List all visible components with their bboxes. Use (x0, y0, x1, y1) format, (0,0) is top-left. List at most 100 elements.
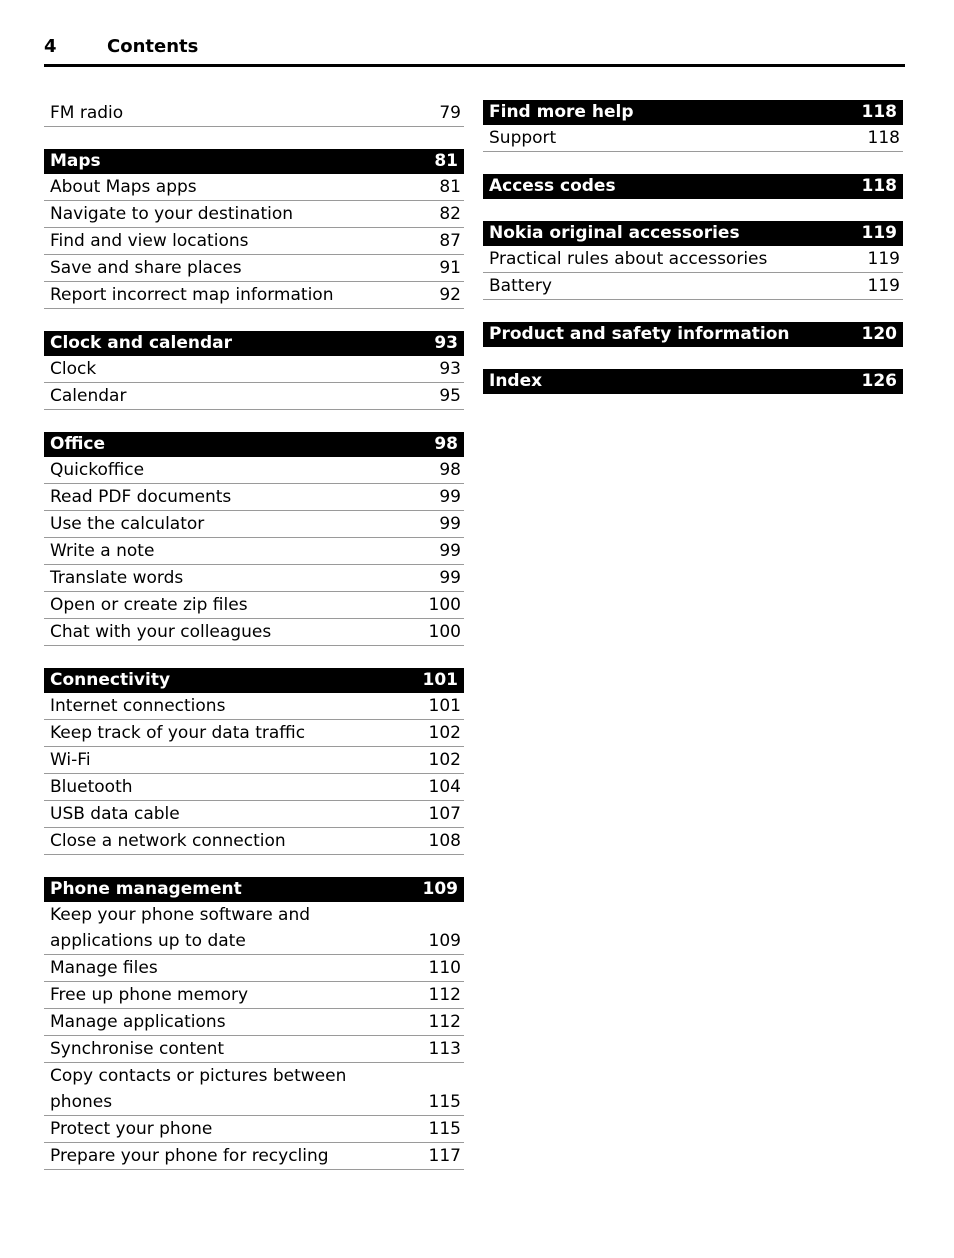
toc-entry-page-number: 102 (428, 723, 461, 743)
section-page-number: 81 (434, 151, 458, 171)
toc-entry-label: Use the calculator (50, 514, 205, 534)
toc-entry[interactable]: Free up phone memory 112 (44, 982, 464, 1009)
toc-entry[interactable]: Clock 93 (44, 356, 464, 383)
section-page-number: 98 (434, 434, 458, 454)
toc-entry[interactable]: Open or create zip files 100 (44, 592, 464, 619)
toc-entry[interactable]: Report incorrect map information 92 (44, 282, 464, 309)
toc-entry[interactable]: Use the calculator 99 (44, 511, 464, 538)
toc-entry[interactable]: Keep track of your data traffic 102 (44, 720, 464, 747)
toc-section-nokia-original-accessories: Nokia original accessories 119 Practical r… (483, 221, 903, 300)
toc-entry-label: Manage applications (50, 1012, 226, 1032)
section-page-number: 118 (861, 102, 898, 122)
section-header-maps[interactable]: Maps 81 (44, 149, 464, 174)
toc-entry[interactable]: Keep your phone software and application… (44, 902, 464, 955)
toc-entry[interactable]: Manage files 110 (44, 955, 464, 982)
toc-entry[interactable]: Copy contacts or pictures between phones… (44, 1063, 464, 1116)
section-page-number: 109 (422, 879, 459, 899)
toc-entry-page-number: 93 (439, 359, 461, 379)
toc-section-find-more-help: Find more help 118 Support 118 (483, 100, 903, 152)
toc-entry-page-number: 82 (439, 204, 461, 224)
toc-entry-label: Quickoffice (50, 460, 145, 480)
page-number-folio: 4 (44, 36, 57, 57)
toc-entry-label: USB data cable (50, 804, 180, 824)
toc-entry[interactable]: Bluetooth 104 (44, 774, 464, 801)
toc-section-access-codes: Access codes 118 (483, 174, 903, 199)
toc-entry-page-number: 79 (439, 103, 461, 123)
toc-entry[interactable]: Synchronise content 113 (44, 1036, 464, 1063)
section-title: Connectivity (50, 670, 171, 690)
toc-entry-label: Keep your phone software and application… (50, 905, 311, 951)
toc-entry-page-number: 107 (428, 804, 461, 824)
section-page-number: 119 (861, 223, 898, 243)
toc-entry-label: Battery (489, 276, 552, 296)
header-divider (44, 64, 905, 67)
section-header-connectivity[interactable]: Connectivity 101 (44, 668, 464, 693)
toc-entry-page-number: 102 (428, 750, 461, 770)
toc-entry-page-number: 110 (428, 958, 461, 978)
toc-entry[interactable]: FM radio 79 (44, 100, 464, 127)
toc-entry-label: About Maps apps (50, 177, 197, 197)
toc-entry[interactable]: Manage applications 112 (44, 1009, 464, 1036)
toc-entry-page-number: 99 (439, 568, 461, 588)
toc-entry-page-number: 119 (867, 276, 900, 296)
toc-entry[interactable]: Chat with your colleagues 100 (44, 619, 464, 646)
section-header-nokia-original-accessories[interactable]: Nokia original accessories 119 (483, 221, 903, 246)
toc-entry-page-number: 112 (428, 1012, 461, 1032)
toc-entry[interactable]: Support 118 (483, 125, 903, 152)
toc-entry-label: Open or create zip files (50, 595, 248, 615)
toc-entry-label: Read PDF documents (50, 487, 232, 507)
toc-entry-page-number: 101 (428, 696, 461, 716)
section-header-phone-management[interactable]: Phone management 109 (44, 877, 464, 902)
toc-section-connectivity: Connectivity 101 Internet connections 101 Ke… (44, 668, 464, 855)
section-title: Phone management (50, 879, 242, 899)
toc-section-index: Index 126 (483, 369, 903, 394)
toc-entry[interactable]: Calendar 95 (44, 383, 464, 410)
toc-entry[interactable]: Internet connections 101 (44, 693, 464, 720)
section-title: Access codes (489, 176, 616, 196)
toc-entry[interactable]: About Maps apps 81 (44, 174, 464, 201)
section-page-number: 93 (434, 333, 458, 353)
toc-entry[interactable]: Write a note 99 (44, 538, 464, 565)
toc-entry-page-number: 81 (439, 177, 461, 197)
section-title: Product and safety information (489, 324, 790, 344)
toc-entry-page-number: 95 (439, 386, 461, 406)
section-title: Index (489, 371, 543, 391)
toc-entry[interactable]: Prepare your phone for recycling 117 (44, 1143, 464, 1170)
section-header-clock-and-calendar[interactable]: Clock and calendar 93 (44, 331, 464, 356)
toc-entry-label: Find and view locations (50, 231, 249, 251)
toc-entry-page-number: 98 (439, 460, 461, 480)
section-header-office[interactable]: Office 98 (44, 432, 464, 457)
toc-entry-page-number: 113 (428, 1039, 461, 1059)
toc-entry[interactable]: Protect your phone 115 (44, 1116, 464, 1143)
toc-entry-page-number: 87 (439, 231, 461, 251)
section-header-find-more-help[interactable]: Find more help 118 (483, 100, 903, 125)
toc-entry[interactable]: Quickoffice 98 (44, 457, 464, 484)
toc-entry-page-number: 99 (439, 514, 461, 534)
toc-column-right: Find more help 118 Support 118 Access codes 1… (483, 100, 903, 394)
toc-entry-label: Clock (50, 359, 97, 379)
section-header-access-codes[interactable]: Access codes 118 (483, 174, 903, 199)
toc-section-product-and-safety-information: Product and safety information 120 (483, 322, 903, 347)
toc-entry-page-number: 119 (867, 249, 900, 269)
toc-entry[interactable]: Wi-Fi 102 (44, 747, 464, 774)
toc-entry[interactable]: Translate words 99 (44, 565, 464, 592)
toc-entry-page-number: 117 (428, 1146, 461, 1166)
toc-entry[interactable]: Close a network connection 108 (44, 828, 464, 855)
toc-entry[interactable]: Battery 119 (483, 273, 903, 300)
toc-entry[interactable]: Navigate to your destination 82 (44, 201, 464, 228)
toc-entry-label: Copy contacts or pictures between phones (50, 1066, 347, 1112)
toc-entry-label: Navigate to your destination (50, 204, 294, 224)
toc-entry[interactable]: USB data cable 107 (44, 801, 464, 828)
page-title: Contents (107, 36, 199, 57)
section-header-index[interactable]: Index 126 (483, 369, 903, 394)
toc-entry-label: Report incorrect map information (50, 285, 334, 305)
toc-entry[interactable]: Save and share places 91 (44, 255, 464, 282)
section-header-product-and-safety-information[interactable]: Product and safety information 120 (483, 322, 903, 347)
toc-section-maps: Maps 81 About Maps apps 81 Navigate to your … (44, 149, 464, 309)
section-page-number: 118 (861, 176, 898, 196)
section-title: Maps (50, 151, 101, 171)
page-header: 4 Contents (44, 36, 905, 66)
toc-entry[interactable]: Find and view locations 87 (44, 228, 464, 255)
toc-entry[interactable]: Read PDF documents 99 (44, 484, 464, 511)
toc-entry[interactable]: Practical rules about accessories 119 (483, 246, 903, 273)
